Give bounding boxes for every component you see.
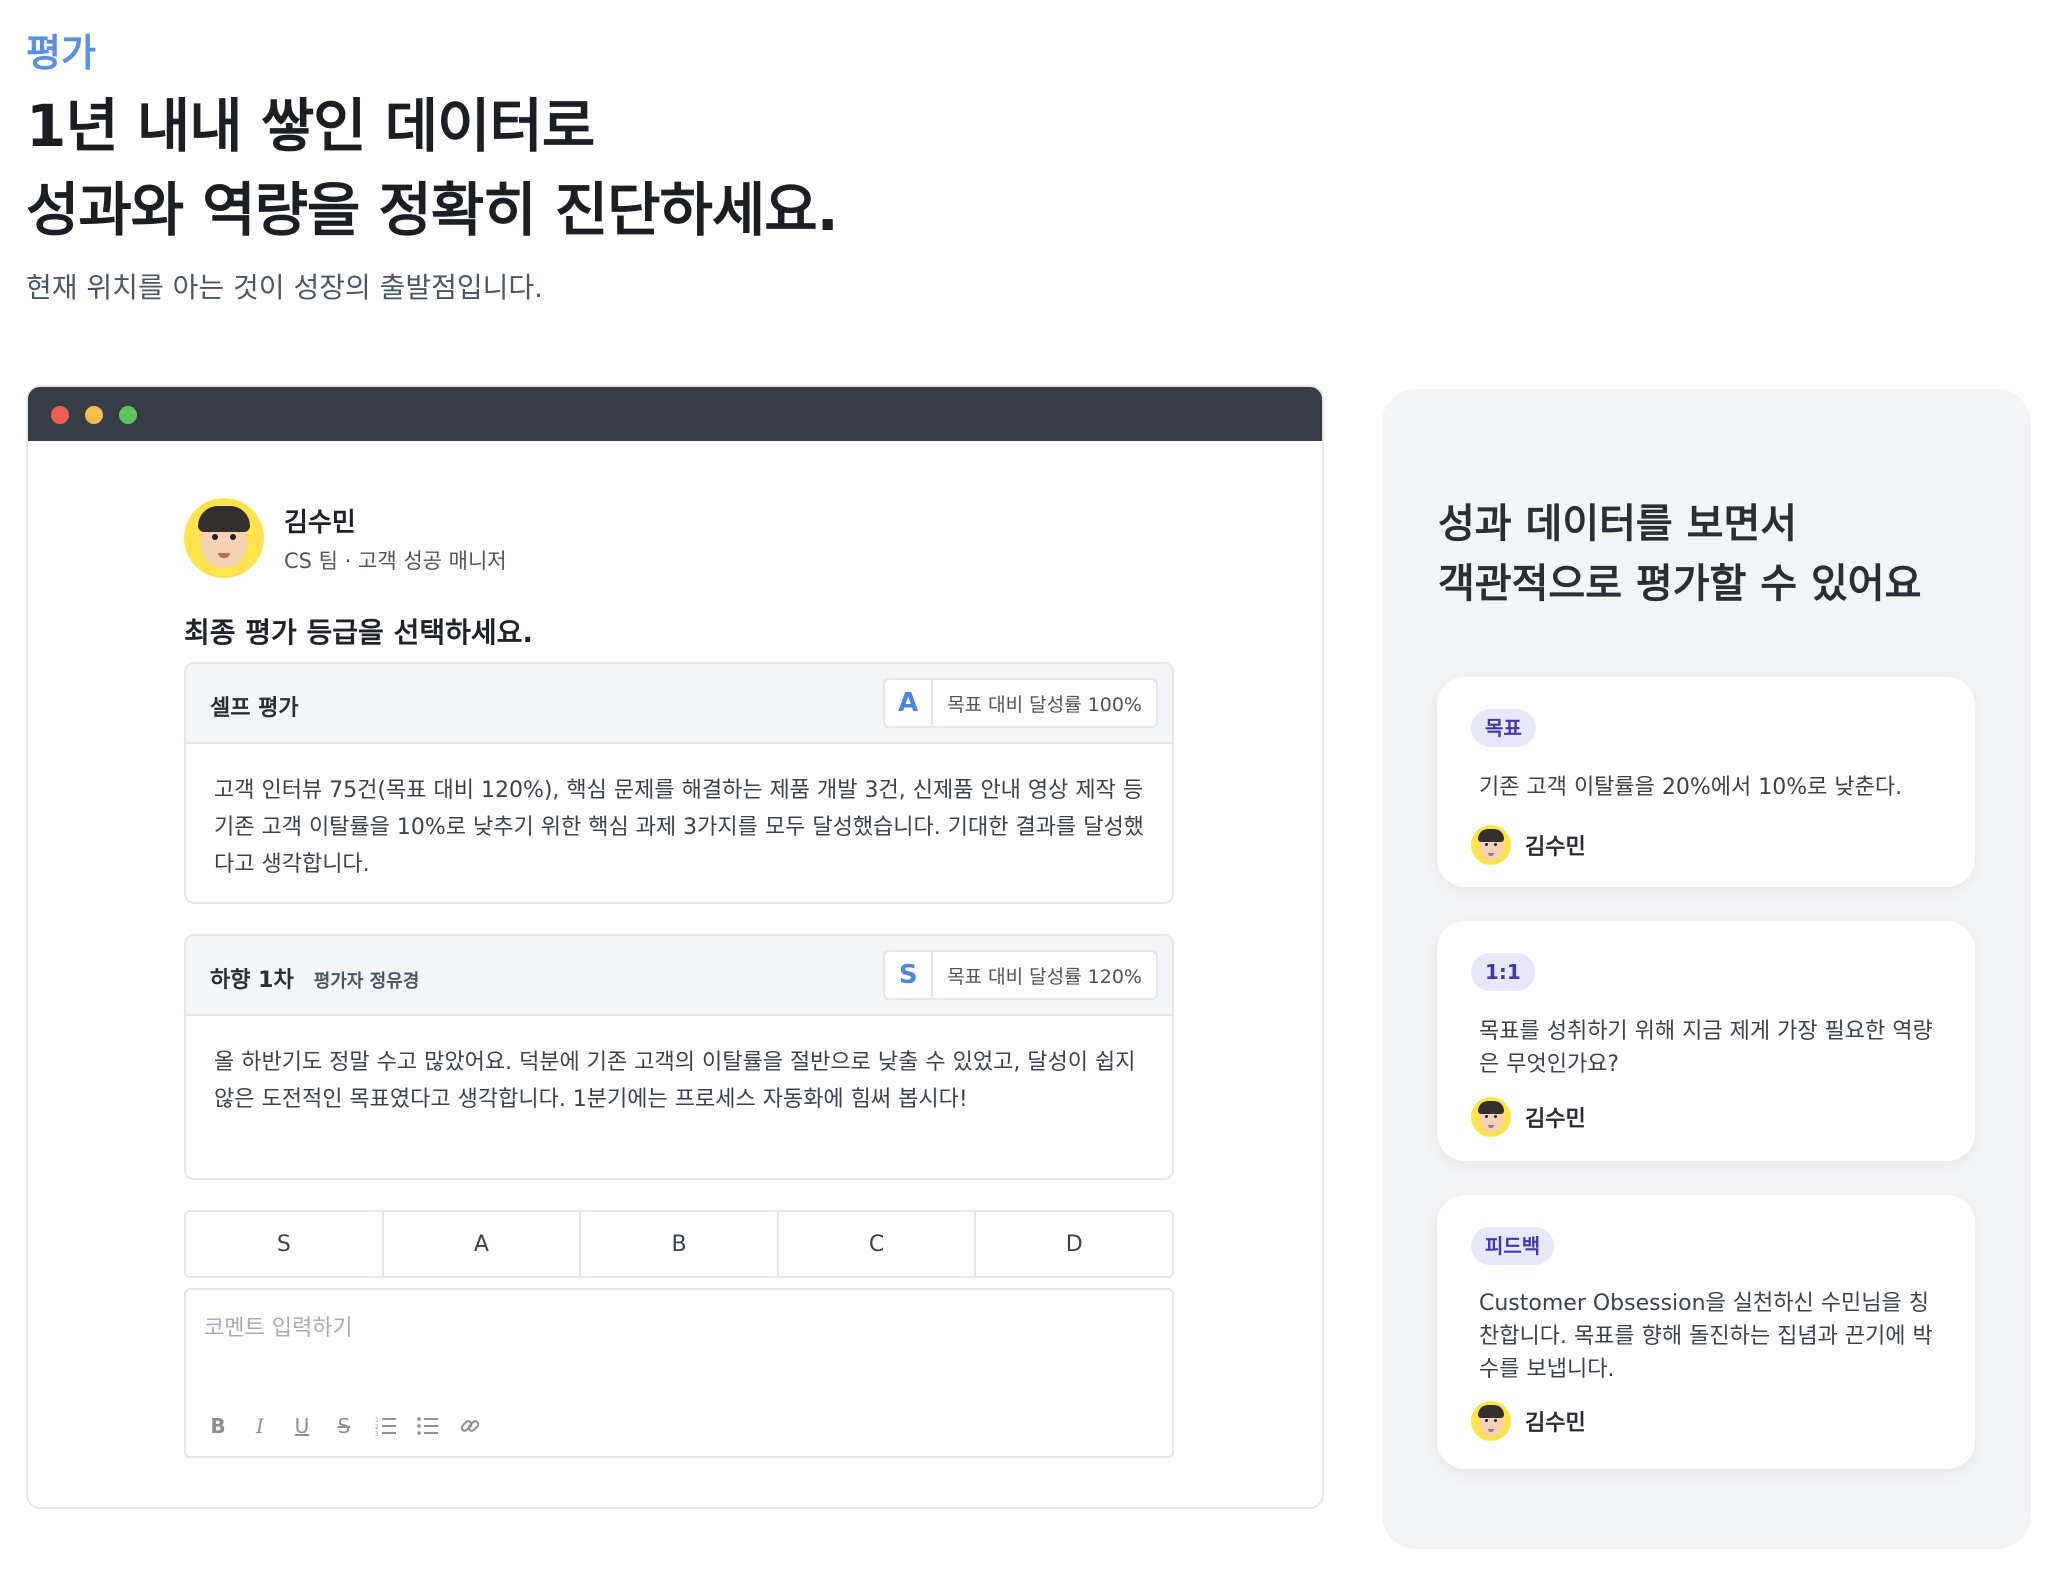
grade-prompt: 최종 평가 등급을 선택하세요. — [184, 616, 534, 649]
downward-evaluation-grade: S 목표 대비 달성률 120% — [883, 950, 1158, 1000]
downward-evaluation-card: 하향 1차 평가자 정유경 S 목표 대비 달성률 120% 올 하반기도 정말 … — [184, 934, 1174, 1180]
goal-tag: 목표 — [1471, 709, 1536, 747]
editor-toolbar: B I U S 123 — [206, 1414, 482, 1438]
self-evaluation-grade: A 목표 대비 달성률 100% — [883, 678, 1158, 728]
achievement-rate: 목표 대비 달성률 120% — [947, 965, 1142, 988]
one-on-one-card: 1:1 목표를 성취하기 위해 지금 제게 가장 필요한 역량은 무엇인가요? … — [1437, 921, 1975, 1161]
panel-title: 성과 데이터를 보면서 객관적으로 평가할 수 있어요 — [1438, 494, 1921, 614]
grade-option-s[interactable]: S — [186, 1212, 384, 1276]
self-evaluation-text: 고객 인터뷰 75건(목표 대비 120%), 핵심 문제를 해결하는 제품 개… — [214, 778, 1144, 877]
headline: 1년 내내 쌓인 데이터로 성과와 역량을 정확히 진단하세요. — [26, 84, 839, 252]
grade-option-c[interactable]: C — [779, 1212, 977, 1276]
link-icon[interactable] — [458, 1414, 482, 1438]
section-label: 평가 — [26, 31, 96, 75]
feedback-text: Customer Obsession을 실천하신 수민님을 칭찬합니다. 목표를… — [1479, 1291, 1933, 1382]
employee-profile: 김수민 CS 팀 · 고객 성공 매니저 — [184, 498, 507, 578]
achievement-rate: 목표 대비 달성률 100% — [947, 693, 1142, 716]
evaluator-name: 평가자 정유경 — [313, 971, 420, 992]
comment-placeholder[interactable]: 코멘트 입력하기 — [204, 1310, 353, 1342]
grade-option-a[interactable]: A — [384, 1212, 582, 1276]
panel-title-line-2: 객관적으로 평가할 수 있어요 — [1438, 561, 1922, 607]
goal-card: 목표 기존 고객 이탈률을 20%에서 10%로 낮춘다. 김수민 — [1437, 677, 1975, 887]
one-on-one-tag: 1:1 — [1471, 953, 1535, 991]
strikethrough-icon[interactable]: S — [332, 1414, 356, 1438]
downward-evaluation-title: 하향 1차 — [210, 968, 294, 993]
one-on-one-author: 김수민 — [1471, 1097, 1586, 1137]
one-on-one-text: 목표를 성취하기 위해 지금 제게 가장 필요한 역량은 무엇인가요? — [1479, 1019, 1933, 1077]
headline-line-1: 1년 내내 쌓인 데이터로 — [26, 92, 595, 160]
self-evaluation-card: 셀프 평가 A 목표 대비 달성률 100% 고객 인터뷰 75건(목표 대비 … — [184, 662, 1174, 904]
minimize-window-dot[interactable] — [85, 406, 103, 424]
avatar — [184, 498, 264, 578]
subheadline: 현재 위치를 아는 것이 성장의 출발점입니다. — [26, 271, 544, 304]
grade-option-b[interactable]: B — [581, 1212, 779, 1276]
window-titlebar — [28, 387, 1322, 441]
employee-name: 김수민 — [284, 507, 356, 538]
underline-icon[interactable]: U — [290, 1414, 314, 1438]
avatar — [1471, 1401, 1511, 1441]
close-window-dot[interactable] — [51, 406, 69, 424]
svg-text:3: 3 — [375, 1431, 379, 1436]
author-name: 김수민 — [1525, 835, 1586, 860]
bold-icon[interactable]: B — [206, 1414, 230, 1438]
avatar — [1471, 1097, 1511, 1137]
comment-editor[interactable]: 코멘트 입력하기 B I U S 123 — [184, 1288, 1174, 1458]
bullet-list-icon[interactable] — [416, 1414, 440, 1438]
headline-line-2: 성과와 역량을 정확히 진단하세요. — [26, 176, 839, 244]
panel-title-line-1: 성과 데이터를 보면서 — [1438, 501, 1798, 547]
app-window: 김수민 CS 팀 · 고객 성공 매니저 최종 평가 등급을 선택하세요. 셀프… — [26, 385, 1324, 1509]
goal-text: 기존 고객 이탈률을 20%에서 10%로 낮춘다. — [1479, 775, 1903, 800]
italic-icon[interactable]: I — [248, 1414, 272, 1438]
svg-text:2: 2 — [375, 1424, 379, 1431]
self-evaluation-title: 셀프 평가 — [210, 696, 299, 721]
grade-selector: S A B C D — [184, 1210, 1174, 1278]
author-name: 김수민 — [1525, 1411, 1586, 1436]
author-name: 김수민 — [1525, 1107, 1586, 1132]
grade-option-d[interactable]: D — [976, 1212, 1172, 1276]
feedback-card: 피드백 Customer Obsession을 실천하신 수민님을 칭찬합니다.… — [1437, 1195, 1975, 1469]
avatar — [1471, 825, 1511, 865]
maximize-window-dot[interactable] — [119, 406, 137, 424]
feature-panel: 성과 데이터를 보면서 객관적으로 평가할 수 있어요 목표 기존 고객 이탈률… — [1382, 389, 2031, 1549]
employee-role: CS 팀 · 고객 성공 매니저 — [284, 548, 507, 573]
feedback-author: 김수민 — [1471, 1401, 1586, 1441]
goal-author: 김수민 — [1471, 825, 1586, 865]
downward-evaluation-text: 올 하반기도 정말 수고 많았어요. 덕분에 기존 고객의 이탈률을 절반으로 … — [214, 1050, 1136, 1112]
grade-letter: S — [885, 952, 934, 998]
feedback-tag: 피드백 — [1471, 1227, 1555, 1265]
svg-text:1: 1 — [375, 1417, 379, 1424]
ordered-list-icon[interactable]: 123 — [374, 1414, 398, 1438]
grade-letter: A — [885, 680, 934, 726]
